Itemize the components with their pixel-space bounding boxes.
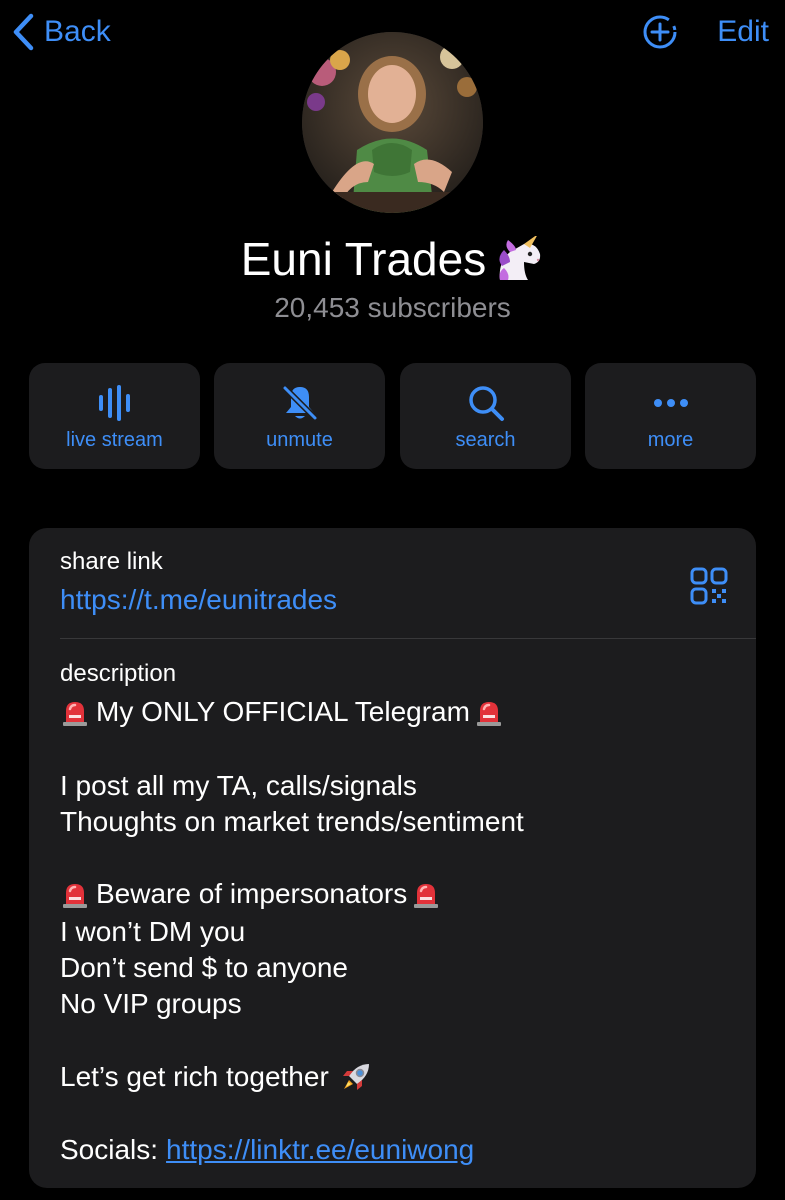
share-link-label: share link <box>60 548 163 575</box>
add-circle-icon[interactable] <box>640 12 680 52</box>
description-line-8: Let’s get rich together <box>60 1060 373 1094</box>
description-line-1: My ONLY OFFICIAL Telegram <box>60 696 504 728</box>
live-stream-label: live stream <box>66 429 163 451</box>
description-line-6: Don’t send $ to anyone <box>60 952 348 983</box>
more-label: more <box>647 429 694 451</box>
live-stream-icon <box>98 385 130 421</box>
avatar-photo <box>302 32 483 213</box>
share-link-url[interactable]: https://t.me/eunitrades <box>60 584 337 616</box>
channel-name-text: Euni Trades <box>240 233 487 285</box>
siren-emoji-icon <box>476 702 501 726</box>
description-line-3: Thoughts on market trends/sentiment <box>60 806 524 837</box>
back-button[interactable]: Back <box>12 10 111 54</box>
siren-emoji-icon <box>63 884 87 908</box>
more-button[interactable]: more <box>585 363 756 469</box>
siren-emoji-icon <box>63 702 87 726</box>
unmute-button[interactable]: unmute <box>214 363 385 469</box>
siren-emoji-icon <box>414 884 439 908</box>
more-dots-icon <box>653 399 688 407</box>
chevron-left-icon <box>13 13 34 51</box>
description-line-2: I post all my TA, calls/signals <box>60 770 417 801</box>
action-buttons-row: live stream unmute search more <box>29 363 756 469</box>
back-label: Back <box>44 15 111 48</box>
subscriber-count: 20,453 subscribers <box>274 292 511 323</box>
description-label: description <box>60 660 177 687</box>
search-label: search <box>455 429 516 451</box>
divider <box>60 638 756 639</box>
description-text-8: Let’s get rich together <box>60 1061 329 1092</box>
description-line-4: Beware of impersonators <box>60 878 441 910</box>
rocket-emoji-icon <box>342 1064 369 1090</box>
description-text-4: Beware of impersonators <box>96 878 408 909</box>
search-button[interactable]: search <box>400 363 571 469</box>
edit-button[interactable]: Edit <box>717 12 769 52</box>
live-stream-button[interactable]: live stream <box>29 363 200 469</box>
bell-muted-icon <box>281 385 318 421</box>
description-line-9: Socials: https://linktr.ee/euniwong <box>60 1134 474 1166</box>
unmute-label: unmute <box>266 429 333 451</box>
socials-link[interactable]: https://linktr.ee/euniwong <box>166 1134 474 1166</box>
channel-avatar[interactable] <box>302 32 483 213</box>
channel-title: Euni Trades <box>0 232 785 286</box>
description-line-5: I won’t DM you <box>60 916 246 947</box>
search-icon <box>468 386 504 421</box>
description-text-1: My ONLY OFFICIAL Telegram <box>96 696 470 727</box>
qr-code-icon[interactable] <box>689 566 729 606</box>
unicorn-emoji-icon <box>499 236 541 280</box>
channel-info-card: share link https://t.me/eunitrades descr… <box>29 528 756 1188</box>
socials-label: Socials: <box>60 1134 159 1165</box>
description-line-7: No VIP groups <box>60 988 242 1019</box>
